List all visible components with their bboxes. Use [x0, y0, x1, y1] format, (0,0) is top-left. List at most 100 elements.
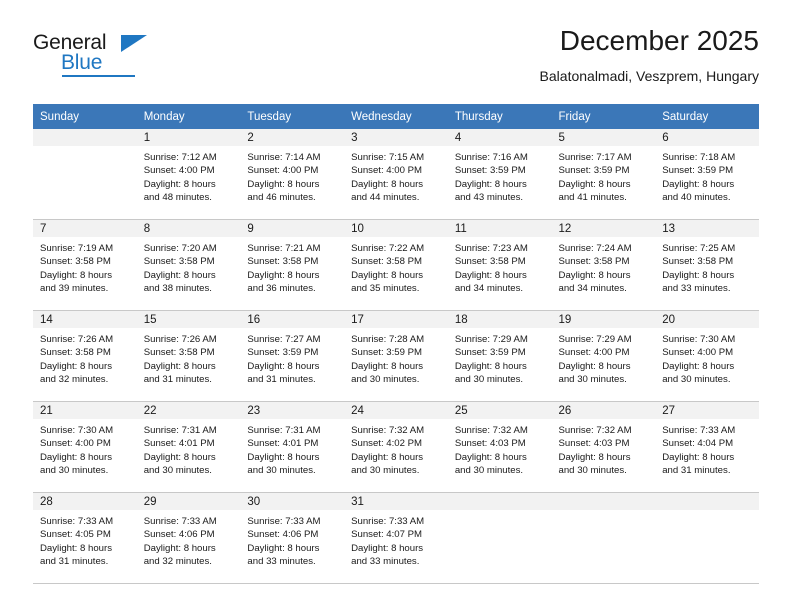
day-details: Sunrise: 7:22 AM Sunset: 3:58 PM Daylight:…	[344, 237, 448, 295]
calendar-day-cell[interactable]: 13 Sunrise: 7:25 AM Sunset: 3:58 PM Dayligh…	[655, 219, 759, 311]
day-detail-line: Sunset: 3:59 PM	[662, 165, 734, 177]
day-details: Sunrise: 7:28 AM Sunset: 3:59 PM Daylight:…	[344, 328, 448, 386]
day-details: Sunrise: 7:16 AM Sunset: 3:59 PM Daylight:…	[448, 146, 552, 204]
calendar-day-cell[interactable]: 31 Sunrise: 7:33 AM Sunset: 4:07 PM Dayligh…	[344, 492, 448, 584]
day-detail-line: Sunset: 3:59 PM	[247, 347, 319, 359]
day-number: 15	[136, 311, 241, 328]
day-detail-line: and 40 minutes.	[662, 191, 731, 203]
calendar-day-cell[interactable]: 2 Sunrise: 7:14 AM Sunset: 4:00 PM Daylight…	[240, 129, 345, 220]
day-number: 24	[344, 402, 448, 419]
weekday-header-monday: Monday	[136, 104, 241, 129]
calendar-day-cell[interactable]: 5 Sunrise: 7:17 AM Sunset: 3:59 PM Daylight…	[551, 129, 656, 220]
day-number: 11	[447, 220, 552, 237]
day-details: Sunrise: 7:18 AM Sunset: 3:59 PM Daylight:…	[655, 146, 759, 204]
day-detail-line: Sunrise: 7:29 AM	[454, 334, 528, 345]
day-detail-line: Daylight: 8 hours	[143, 360, 216, 372]
general-blue-logo: General Blue	[33, 32, 163, 84]
calendar-day-cell[interactable]: 15 Sunrise: 7:26 AM Sunset: 3:58 PM Dayligh…	[136, 310, 241, 402]
day-detail-line: Sunset: 3:58 PM	[40, 347, 111, 359]
day-number: 19	[551, 311, 656, 328]
calendar-day-cell[interactable]: 6 Sunrise: 7:18 AM Sunset: 3:59 PM Daylight…	[655, 129, 759, 220]
sunrise-sunset-calendar: Sunday Monday Tuesday Wednesday Thursday…	[33, 104, 759, 584]
calendar-day-cell[interactable]: 27 Sunrise: 7:33 AM Sunset: 4:04 PM Dayligh…	[655, 401, 759, 493]
calendar-day-cell[interactable]: 3 Sunrise: 7:15 AM Sunset: 4:00 PM Daylight…	[344, 129, 448, 220]
day-detail-line: Sunrise: 7:21 AM	[247, 243, 321, 254]
day-details: Sunrise: 7:32 AM Sunset: 4:03 PM Daylight:…	[552, 419, 656, 477]
day-detail-line: and 35 minutes.	[351, 282, 420, 294]
calendar-day-cell[interactable]: 25 Sunrise: 7:32 AM Sunset: 4:03 PM Dayligh…	[447, 401, 552, 493]
calendar-day-cell[interactable]: 14 Sunrise: 7:26 AM Sunset: 3:58 PM Dayligh…	[33, 310, 137, 402]
day-detail-line: and 30 minutes.	[558, 464, 627, 476]
calendar-day-cell[interactable]: 29 Sunrise: 7:33 AM Sunset: 4:06 PM Dayligh…	[136, 492, 241, 584]
day-detail-line: Sunrise: 7:30 AM	[662, 334, 736, 345]
day-number	[551, 493, 656, 510]
calendar-day-cell[interactable]: 10 Sunrise: 7:22 AM Sunset: 3:58 PM Dayligh…	[344, 219, 448, 311]
day-number: 1	[136, 129, 241, 146]
day-detail-line: and 30 minutes.	[351, 464, 420, 476]
calendar-day-cell[interactable]: 11 Sunrise: 7:23 AM Sunset: 3:58 PM Dayligh…	[447, 219, 552, 311]
day-number: 25	[447, 402, 552, 419]
day-number: 3	[344, 129, 448, 146]
calendar-day-cell[interactable]: 19 Sunrise: 7:29 AM Sunset: 4:00 PM Dayligh…	[551, 310, 656, 402]
calendar-day-cell[interactable]: 28 Sunrise: 7:33 AM Sunset: 4:05 PM Dayligh…	[33, 492, 137, 584]
day-details: Sunrise: 7:26 AM Sunset: 3:58 PM Daylight:…	[33, 328, 137, 386]
calendar-day-cell[interactable]: 1 Sunrise: 7:12 AM Sunset: 4:00 PM Daylight…	[136, 129, 241, 220]
day-detail-line: Sunset: 3:59 PM	[454, 347, 526, 359]
day-detail-line: Sunset: 3:58 PM	[143, 347, 215, 359]
calendar-day-cell[interactable]: 26 Sunrise: 7:32 AM Sunset: 4:03 PM Dayligh…	[551, 401, 656, 493]
day-detail-line: Sunrise: 7:29 AM	[558, 334, 632, 345]
day-detail-line: and 48 minutes.	[143, 191, 212, 203]
day-number: 20	[655, 311, 759, 328]
day-number	[33, 129, 137, 146]
day-detail-line: and 32 minutes.	[143, 555, 212, 567]
calendar-empty-cell	[447, 492, 552, 584]
day-detail-line: and 32 minutes.	[40, 373, 109, 385]
calendar-day-cell[interactable]: 22 Sunrise: 7:31 AM Sunset: 4:01 PM Dayligh…	[136, 401, 241, 493]
day-number	[655, 493, 759, 510]
day-details: Sunrise: 7:33 AM Sunset: 4:04 PM Daylight:…	[655, 419, 759, 477]
day-detail-line: and 46 minutes.	[247, 191, 316, 203]
day-detail-line: and 33 minutes.	[247, 555, 316, 567]
day-detail-line: Daylight: 8 hours	[40, 269, 112, 281]
day-detail-line: Sunset: 4:06 PM	[143, 529, 215, 541]
calendar-day-cell[interactable]: 23 Sunrise: 7:31 AM Sunset: 4:01 PM Dayligh…	[240, 401, 345, 493]
day-detail-line: Sunrise: 7:16 AM	[454, 152, 528, 163]
calendar-week-row: 7 Sunrise: 7:19 AM Sunset: 3:58 PM Daylight…	[33, 219, 759, 311]
day-detail-line: Daylight: 8 hours	[454, 451, 527, 463]
day-detail-line: and 30 minutes.	[351, 373, 420, 385]
calendar-day-cell[interactable]: 21 Sunrise: 7:30 AM Sunset: 4:00 PM Dayligh…	[33, 401, 137, 493]
calendar-day-cell[interactable]: 18 Sunrise: 7:29 AM Sunset: 3:59 PM Dayligh…	[447, 310, 552, 402]
calendar-day-cell[interactable]: 8 Sunrise: 7:20 AM Sunset: 3:58 PM Daylight…	[136, 219, 241, 311]
calendar-day-cell[interactable]: 17 Sunrise: 7:28 AM Sunset: 3:59 PM Dayligh…	[344, 310, 448, 402]
day-detail-line: Daylight: 8 hours	[558, 360, 631, 372]
day-number: 31	[344, 493, 448, 510]
day-detail-line: Daylight: 8 hours	[454, 178, 527, 190]
day-detail-line: and 30 minutes.	[40, 464, 109, 476]
day-detail-line: Daylight: 8 hours	[558, 451, 631, 463]
day-detail-line: Daylight: 8 hours	[40, 451, 112, 463]
day-details: Sunrise: 7:30 AM Sunset: 4:00 PM Daylight:…	[33, 419, 137, 477]
calendar-day-cell[interactable]: 9 Sunrise: 7:21 AM Sunset: 3:58 PM Daylight…	[240, 219, 345, 311]
day-detail-line: Sunrise: 7:26 AM	[143, 334, 217, 345]
page-masthead: General Blue December 2025 Balatonalmadi…	[33, 24, 759, 100]
calendar-day-cell[interactable]: 24 Sunrise: 7:32 AM Sunset: 4:02 PM Dayligh…	[344, 401, 448, 493]
day-details: Sunrise: 7:21 AM Sunset: 3:58 PM Daylight:…	[240, 237, 344, 295]
day-number: 2	[240, 129, 345, 146]
day-detail-line: Sunrise: 7:32 AM	[454, 425, 528, 436]
calendar-day-cell[interactable]: 12 Sunrise: 7:24 AM Sunset: 3:58 PM Dayligh…	[551, 219, 656, 311]
calendar-day-cell[interactable]: 30 Sunrise: 7:33 AM Sunset: 4:06 PM Dayligh…	[240, 492, 345, 584]
day-detail-line: and 31 minutes.	[143, 373, 212, 385]
calendar-day-cell[interactable]: 7 Sunrise: 7:19 AM Sunset: 3:58 PM Daylight…	[33, 219, 137, 311]
calendar-day-cell[interactable]: 16 Sunrise: 7:27 AM Sunset: 3:59 PM Dayligh…	[240, 310, 345, 402]
day-detail-line: Sunset: 4:00 PM	[351, 165, 423, 177]
day-number: 30	[240, 493, 345, 510]
day-detail-line: Daylight: 8 hours	[454, 269, 527, 281]
calendar-day-cell[interactable]: 4 Sunrise: 7:16 AM Sunset: 3:59 PM Daylight…	[447, 129, 552, 220]
weekday-header-saturday: Saturday	[655, 104, 759, 129]
day-detail-line: Daylight: 8 hours	[662, 178, 735, 190]
day-detail-line: Daylight: 8 hours	[143, 269, 216, 281]
day-detail-line: Daylight: 8 hours	[143, 451, 216, 463]
calendar-day-cell[interactable]: 20 Sunrise: 7:30 AM Sunset: 4:00 PM Dayligh…	[655, 310, 759, 402]
day-detail-line: Daylight: 8 hours	[662, 451, 735, 463]
page-title: December 2025	[559, 25, 759, 56]
